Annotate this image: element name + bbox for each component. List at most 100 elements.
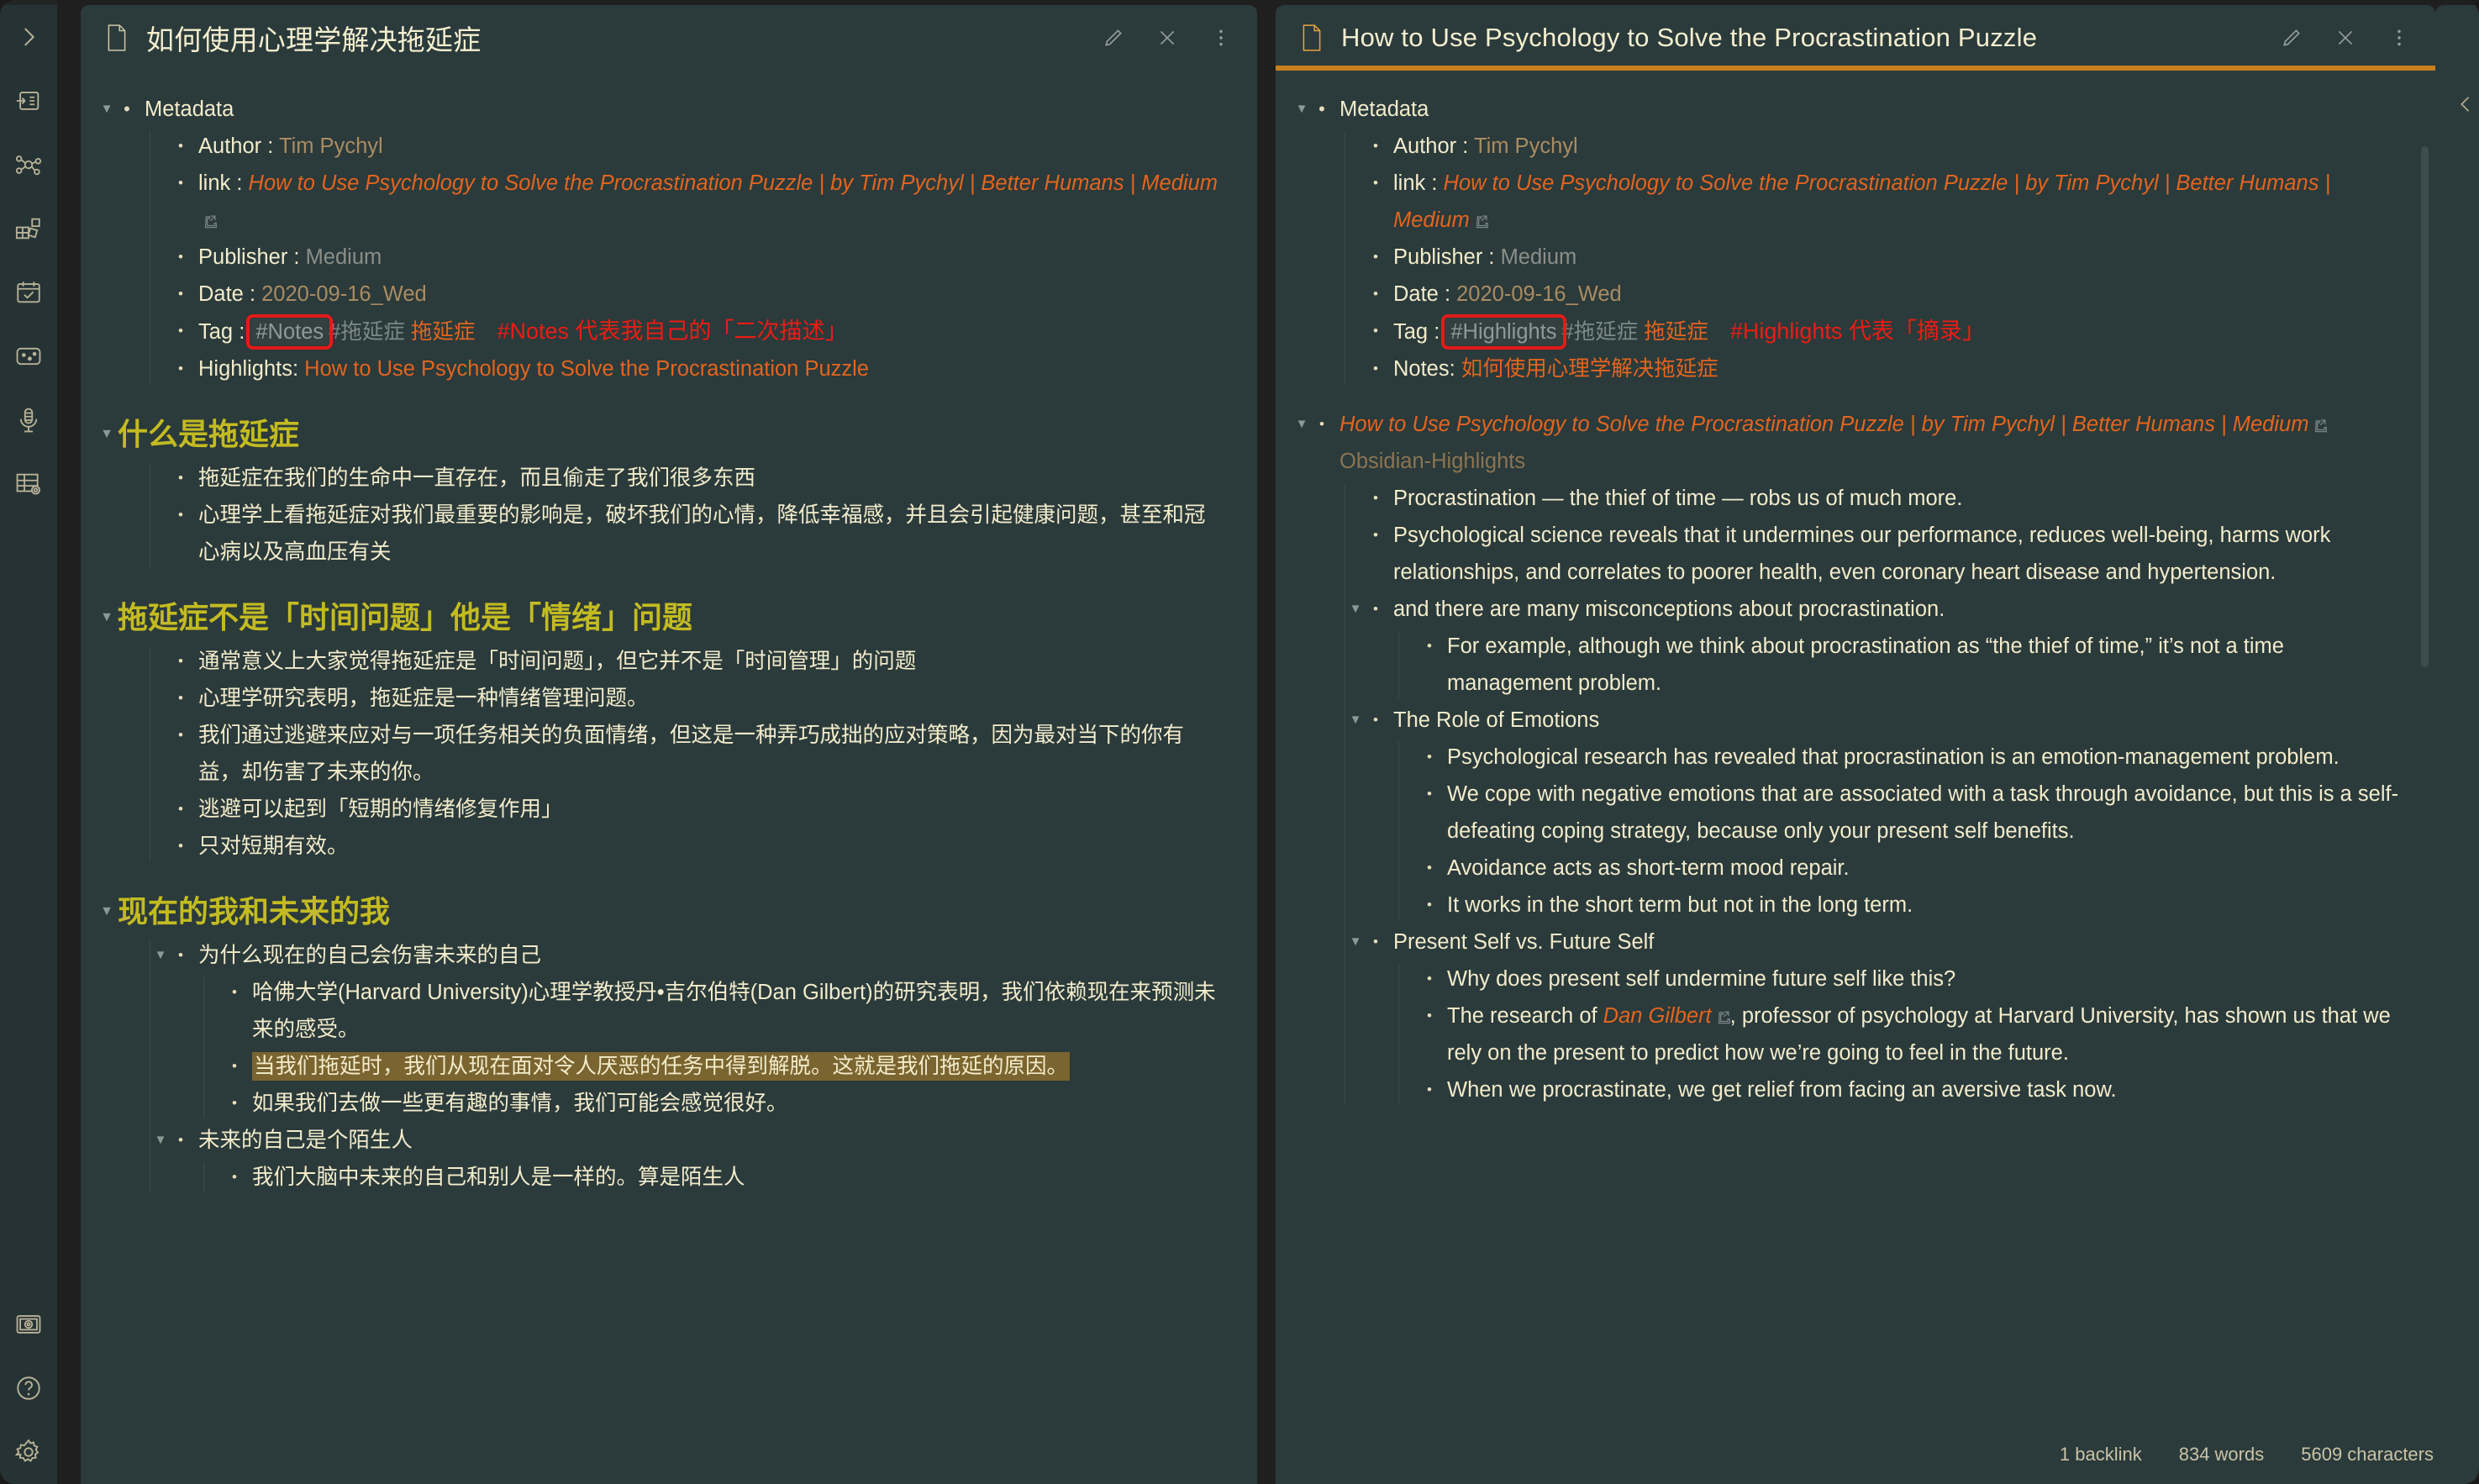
list-item[interactable]: • Avoidance acts as short-term mood repa… <box>1420 850 2402 887</box>
tag-tertiary[interactable]: 拖延症 <box>411 320 476 344</box>
collapse-arrow-icon[interactable]: ▼ <box>1345 702 1366 739</box>
list-item[interactable]: • 拖延症在我们的生命中一直存在，而且偷走了我们很多东西 <box>171 460 1224 497</box>
bullet-icon: • <box>1427 1008 1432 1024</box>
list-item[interactable]: • For example, although we think about p… <box>1420 628 2402 702</box>
list-item[interactable]: • Psychological science reveals that it … <box>1366 517 2402 591</box>
quick-switcher-icon[interactable] <box>3 69 55 133</box>
tag-tertiary[interactable]: 拖延症 <box>1644 320 1708 344</box>
vault-icon[interactable] <box>3 1292 55 1356</box>
help-icon[interactable] <box>3 1356 55 1420</box>
external-link-icon[interactable] <box>1474 214 1488 229</box>
metadata-tag-row[interactable]: • Tag : #Highlights #拖延症 拖延症 #Highlights 代… <box>1366 313 2402 350</box>
external-link-icon[interactable] <box>1716 1010 1730 1024</box>
list-item-text: 我们大脑中未来的自己和别人是一样的。算是陌生人 <box>252 1166 745 1189</box>
collapse-arrow-icon[interactable]: ▼ <box>1345 591 1366 628</box>
metadata-publisher-row[interactable]: • Publisher : Medium <box>1366 239 2402 276</box>
calendar-icon[interactable] <box>3 260 55 324</box>
collapse-arrow-icon[interactable]: ▼ <box>1291 91 1313 128</box>
section-1-heading-row[interactable]: ▼ 什么是拖延症 <box>100 409 1224 460</box>
backlink-count[interactable]: 1 backlink <box>2060 1444 2142 1466</box>
collapse-arrow-icon[interactable]: ▼ <box>1345 924 1366 960</box>
source-tag[interactable]: Obsidian-Highlights <box>1340 450 1525 473</box>
list-item[interactable]: • Procrastination — the thief of time — … <box>1366 480 2402 517</box>
metadata-children: • Author : Tim Pychyl • link : How to Us… <box>1343 128 2402 387</box>
right-sidebar-rail <box>2435 5 2479 1484</box>
link-label: link : <box>1393 171 1444 195</box>
group-role-of-emotions-row[interactable]: ▼ • The Role of Emotions <box>1350 702 2402 739</box>
metadata-link-row[interactable]: • link : How to Use Psychology to Solve … <box>171 165 1224 239</box>
list-item[interactable]: • 如果我们去做一些更有趣的事情，我们可能会感觉很好。 <box>225 1085 1224 1122</box>
group-present-vs-future-row[interactable]: ▼ • Present Self vs. Future Self <box>1350 924 2402 960</box>
metadata-tag-row[interactable]: • Tag : #Notes #拖延症 拖延症 #Notes 代表我自己的「二次描述… <box>171 313 1224 350</box>
list-item[interactable]: • 我们通过逃避来应对与一项任务相关的负面情绪，但这是一种弄巧成拙的应对策略，因… <box>171 717 1224 791</box>
list-item[interactable]: • Why does present self undermine future… <box>1420 960 2402 997</box>
audio-recorder-icon[interactable] <box>3 388 55 452</box>
list-item[interactable]: • Psychological research has revealed th… <box>1420 739 2402 776</box>
tag-highlights[interactable]: #Highlights <box>1441 314 1566 350</box>
list-item-highlighted[interactable]: • 当我们拖延时，我们从现在面对令人厌恶的任务中得到解脱。这就是我们拖延的原因。 <box>225 1048 1224 1085</box>
collapse-arrow-icon[interactable]: ▼ <box>1291 406 1313 443</box>
list-item[interactable]: • When we procrastinate, we get relief f… <box>1420 1071 2402 1108</box>
chevron-right-icon[interactable] <box>3 5 55 69</box>
list-item[interactable]: • 只对短期有效。 <box>171 828 1224 865</box>
more-options-icon[interactable] <box>2387 25 2412 50</box>
notes-value[interactable]: 如何使用心理学解决拖延症 <box>1461 357 1718 381</box>
source-link[interactable]: How to Use Psychology to Solve the Procr… <box>1340 413 2308 436</box>
canvas-icon[interactable] <box>3 197 55 260</box>
metadata-publisher-row[interactable]: • Publisher : Medium <box>171 239 1224 276</box>
metadata-highlights-row[interactable]: • Highlights: How to Use Psychology to S… <box>171 350 1224 387</box>
pane-left-body[interactable]: ▼ • Metadata • Author : Tim Pychyl • lin… <box>81 71 1257 1484</box>
scrollbar-thumb[interactable] <box>2421 146 2429 667</box>
list-item[interactable]: • 哈佛大学(Harvard University)心理学教授丹•吉尔伯特(Da… <box>225 974 1224 1048</box>
tag-secondary[interactable]: #拖延症 <box>1562 320 1639 344</box>
external-link[interactable]: How to Use Psychology to Solve the Procr… <box>1393 171 2330 232</box>
edit-pencil-icon[interactable] <box>1101 25 1126 50</box>
section-2-heading-row[interactable]: ▼ 拖延症不是「时间问题」他是「情绪」问题 <box>100 592 1224 643</box>
list-item[interactable]: • 逃避可以起到「短期的情绪修复作用」 <box>171 791 1224 828</box>
list-item[interactable]: • 我们大脑中未来的自己和别人是一样的。算是陌生人 <box>225 1159 1224 1196</box>
more-options-icon[interactable] <box>1208 25 1234 50</box>
settings-gear-icon[interactable] <box>3 1420 55 1484</box>
source-row[interactable]: ▼ • How to Use Psychology to Solve the P… <box>1296 406 2402 480</box>
metadata-heading-row[interactable]: ▼ • Metadata <box>1296 91 2402 128</box>
metadata-date-row[interactable]: • Date : 2020-09-16_Wed <box>171 276 1224 313</box>
external-link-icon[interactable] <box>2313 418 2328 433</box>
metadata-notes-row[interactable]: • Notes: 如何使用心理学解决拖延症 <box>1366 350 2402 387</box>
pane-right-scrollbar[interactable] <box>2421 146 2429 1407</box>
collapse-arrow-icon[interactable]: ▼ <box>96 887 118 937</box>
sub-node-2-title-row[interactable]: ▼ • 未来的自己是个陌生人 <box>155 1122 1224 1159</box>
metadata-link-row[interactable]: • link : How to Use Psychology to Solve … <box>1366 165 2402 239</box>
metadata-date-row[interactable]: • Date : 2020-09-16_Wed <box>1366 276 2402 313</box>
highlights-value[interactable]: How to Use Psychology to Solve the Procr… <box>304 357 869 381</box>
metadata-heading-row[interactable]: ▼ • Metadata <box>101 91 1224 128</box>
graph-view-icon[interactable] <box>3 133 55 197</box>
collapse-arrow-icon[interactable]: ▼ <box>96 409 118 460</box>
group-misconceptions-row[interactable]: ▼ • and there are many misconceptions ab… <box>1350 591 2402 628</box>
list-item[interactable]: • 心理学研究表明，拖延症是一种情绪管理问题。 <box>171 680 1224 717</box>
chevron-left-icon[interactable] <box>2454 92 2477 116</box>
section-3-heading-row[interactable]: ▼ 现在的我和未来的我 <box>100 887 1224 937</box>
list-item[interactable]: • 心理学上看拖延症对我们最重要的影响是，破坏我们的心情，降低幸福感，并且会引起… <box>171 497 1224 571</box>
collapse-arrow-icon[interactable]: ▼ <box>96 592 118 643</box>
sub-node-1-title-row[interactable]: ▼ • 为什么现在的自己会伤害未来的自己 <box>155 937 1224 974</box>
list-item[interactable]: • It works in the short term but not in … <box>1420 887 2402 924</box>
tag-secondary[interactable]: #拖延症 <box>329 320 405 344</box>
external-link[interactable]: How to Use Psychology to Solve the Procr… <box>249 171 1218 195</box>
close-icon[interactable] <box>1155 25 1180 50</box>
pane-right-body[interactable]: ▼ • Metadata • Author : Tim Pychyl • lin… <box>1276 71 2435 1484</box>
collapse-arrow-icon[interactable]: ▼ <box>150 1122 171 1159</box>
dan-gilbert-link[interactable]: Dan Gilbert <box>1603 1004 1712 1028</box>
edit-pencil-icon[interactable] <box>2279 25 2304 50</box>
close-icon[interactable] <box>2333 25 2358 50</box>
external-link-icon[interactable] <box>203 214 217 229</box>
excalidraw-icon[interactable] <box>3 324 55 388</box>
list-item[interactable]: • 通常意义上大家觉得拖延症是「时间问题」，但它并不是「时间管理」的问题 <box>171 643 1224 680</box>
list-item[interactable]: • We cope with negative emotions that ar… <box>1420 776 2402 850</box>
metadata-author-row[interactable]: • Author : Tim Pychyl <box>171 128 1224 165</box>
tag-notes[interactable]: #Notes <box>246 314 334 350</box>
metadata-author-row[interactable]: • Author : Tim Pychyl <box>1366 128 2402 165</box>
database-icon[interactable] <box>3 452 55 516</box>
list-item-with-link[interactable]: • The research of Dan Gilbert, professor… <box>1420 997 2402 1071</box>
collapse-arrow-icon[interactable]: ▼ <box>96 91 118 128</box>
collapse-arrow-icon[interactable]: ▼ <box>150 937 171 974</box>
